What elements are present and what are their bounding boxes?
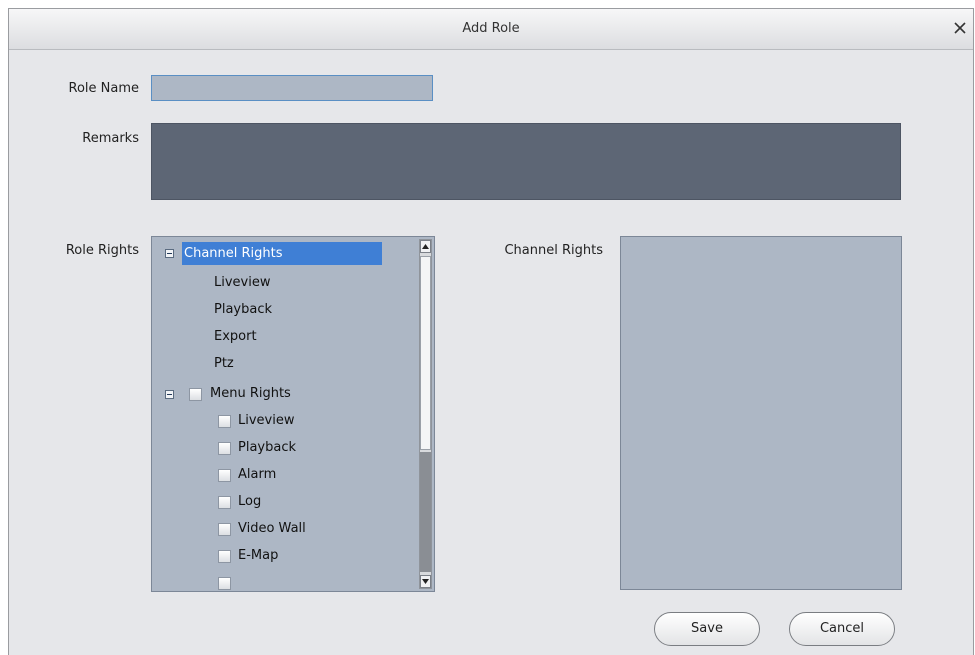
tree-item-menu-liveview[interactable]: Liveview	[238, 409, 294, 433]
checkbox-menu-alarm[interactable]	[218, 469, 231, 482]
tree-item-channel-ptz[interactable]: Ptz	[214, 352, 234, 376]
scroll-track[interactable]	[420, 452, 431, 572]
tree-node-menu-rights[interactable]: Menu Rights	[210, 382, 291, 406]
checkbox-menu-playback[interactable]	[218, 442, 231, 455]
add-role-dialog: Add Role Role Name Remarks Role Rights C…	[8, 8, 974, 655]
checkbox-menu-log[interactable]	[218, 496, 231, 509]
dialog-title: Add Role	[462, 21, 520, 36]
tree-item-menu-log[interactable]: Log	[238, 490, 261, 514]
scroll-down-arrow-icon[interactable]	[420, 575, 431, 588]
tree-item-channel-playback[interactable]: Playback	[214, 298, 272, 322]
scroll-thumb[interactable]	[420, 256, 431, 450]
tree-scrollbar[interactable]	[419, 239, 432, 589]
title-bar: Add Role	[9, 9, 973, 50]
tree-item-menu-emap[interactable]: E-Map	[238, 544, 278, 568]
tree-item-channel-liveview[interactable]: Liveview	[214, 271, 270, 295]
checkbox-menu-emap[interactable]	[218, 550, 231, 563]
channel-rights-label: Channel Rights	[504, 243, 603, 258]
channel-rights-panel[interactable]	[620, 236, 902, 590]
tree-item-menu-playback[interactable]: Playback	[238, 436, 296, 460]
checkbox-menu-liveview[interactable]	[218, 415, 231, 428]
collapse-icon[interactable]	[165, 249, 174, 258]
checkbox-menu-video-wall[interactable]	[218, 523, 231, 536]
tree-node-channel-rights[interactable]: Channel Rights	[182, 242, 382, 265]
tree-item-channel-export[interactable]: Export	[214, 325, 257, 349]
role-rights-tree[interactable]: Channel Rights Liveview Playback Export …	[151, 236, 435, 592]
cancel-button[interactable]: Cancel	[789, 612, 895, 646]
remarks-textarea[interactable]	[151, 123, 901, 200]
role-name-label: Role Name	[68, 81, 140, 96]
tree-item-menu-video-wall[interactable]: Video Wall	[238, 517, 306, 541]
checkbox-menu-partial[interactable]	[218, 577, 231, 590]
role-name-input[interactable]	[151, 75, 433, 101]
remarks-label: Remarks	[82, 131, 139, 146]
tree-item-menu-alarm[interactable]: Alarm	[238, 463, 276, 487]
close-icon[interactable]	[951, 19, 969, 37]
save-button[interactable]: Save	[654, 612, 760, 646]
role-rights-label: Role Rights	[65, 243, 139, 258]
menu-rights-checkbox[interactable]	[189, 388, 202, 401]
scroll-up-arrow-icon[interactable]	[420, 240, 431, 253]
collapse-icon[interactable]	[165, 390, 174, 399]
